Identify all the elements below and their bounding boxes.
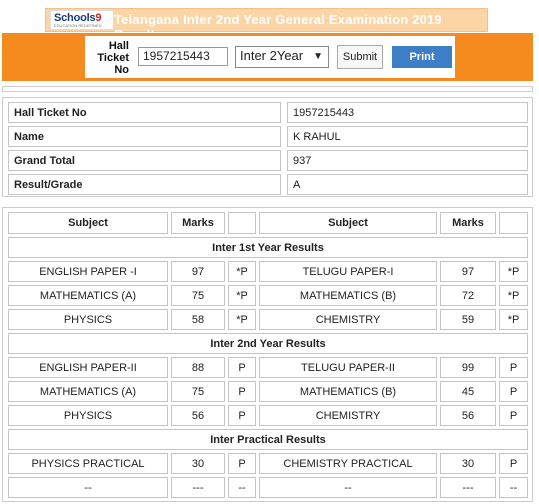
marks-cell: 88 (171, 357, 225, 378)
section-title: Inter 1st Year Results (8, 237, 528, 258)
status-cell: -- (228, 477, 256, 498)
search-form: Hall Ticket No 1957215443 Inter 2Year ▼ … (85, 36, 455, 78)
marks-cell: --- (440, 477, 496, 498)
info-label-hall-ticket: Hall Ticket No (8, 102, 281, 123)
section-title: Inter Practical Results (8, 429, 528, 450)
logo-tagline: EDUCATION REDEFINED (54, 23, 102, 28)
marks-cell: 97 (171, 261, 225, 282)
status-cell: *P (228, 309, 256, 330)
marks-table: Subject Marks Subject Marks Inter 1st Ye… (2, 207, 533, 502)
status-cell: *P (228, 261, 256, 282)
col-header-marks: Marks (171, 212, 225, 234)
col-header-status (228, 212, 256, 234)
hall-ticket-input[interactable]: 1957215443 (138, 47, 228, 66)
col-header-subject: Subject (8, 212, 168, 234)
search-bar: Hall Ticket No 1957215443 Inter 2Year ▼ … (2, 33, 533, 81)
info-value-result: A (287, 174, 528, 195)
student-info-table: Hall Ticket No 1957215443 Name K RAHUL G… (2, 97, 533, 197)
divider (2, 86, 533, 92)
status-cell: *P (499, 285, 528, 306)
col-header-marks: Marks (440, 212, 496, 234)
marks-cell: 99 (440, 357, 496, 378)
status-cell: P (228, 381, 256, 402)
subject-cell: PHYSICS PRACTICAL (8, 453, 168, 474)
marks-cell: 56 (171, 405, 225, 426)
subject-cell: PHYSICS (8, 309, 168, 330)
info-label-result: Result/Grade (8, 174, 281, 195)
status-cell: -- (499, 477, 528, 498)
status-cell: P (228, 405, 256, 426)
status-cell: *P (499, 261, 528, 282)
marks-cell: 59 (440, 309, 496, 330)
subject-cell: MATHEMATICS (B) (259, 381, 437, 402)
subject-cell: PHYSICS (8, 405, 168, 426)
status-cell: P (228, 453, 256, 474)
marks-cell: 75 (171, 381, 225, 402)
year-select-value: Inter 2Year (240, 48, 304, 63)
info-label-name: Name (8, 126, 281, 147)
marks-cell: 45 (440, 381, 496, 402)
marks-cell: 30 (171, 453, 225, 474)
subject-cell: CHEMISTRY PRACTICAL (259, 453, 437, 474)
subject-cell: ENGLISH PAPER -I (8, 261, 168, 282)
hall-ticket-label: Hall Ticket No (97, 40, 129, 76)
subject-cell: -- (259, 477, 437, 498)
status-cell: P (499, 381, 528, 402)
section-title: Inter 2nd Year Results (8, 333, 528, 354)
subject-cell: ENGLISH PAPER-II (8, 357, 168, 378)
subject-cell: MATHEMATICS (A) (8, 285, 168, 306)
subject-cell: CHEMISTRY (259, 309, 437, 330)
header-banner: Schools9 EDUCATION REDEFINED Telangana I… (45, 8, 488, 42)
col-header-status (499, 212, 528, 234)
subject-cell: MATHEMATICS (B) (259, 285, 437, 306)
chevron-down-icon: ▼ (313, 51, 323, 62)
site-logo[interactable]: Schools9 EDUCATION REDEFINED (50, 10, 114, 30)
subject-cell: TELUGU PAPER-I (259, 261, 437, 282)
info-value-name: K RAHUL (287, 126, 528, 147)
subject-cell: TELUGU PAPER-II (259, 357, 437, 378)
marks-cell: --- (171, 477, 225, 498)
submit-button[interactable]: Submit (337, 45, 383, 69)
subject-cell: CHEMISTRY (259, 405, 437, 426)
subject-cell: MATHEMATICS (A) (8, 381, 168, 402)
status-cell: *P (228, 285, 256, 306)
marks-cell: 97 (440, 261, 496, 282)
status-cell: *P (499, 309, 528, 330)
marks-cell: 75 (171, 285, 225, 306)
info-value-hall-ticket: 1957215443 (287, 102, 528, 123)
info-label-grand-total: Grand Total (8, 150, 281, 171)
marks-cell: 56 (440, 405, 496, 426)
status-cell: P (228, 357, 256, 378)
info-value-grand-total: 937 (287, 150, 528, 171)
status-cell: P (499, 357, 528, 378)
status-cell: P (499, 453, 528, 474)
marks-cell: 58 (171, 309, 225, 330)
marks-cell: 72 (440, 285, 496, 306)
col-header-subject: Subject (259, 212, 437, 234)
print-button[interactable]: Print (392, 46, 452, 68)
year-select[interactable]: Inter 2Year ▼ (235, 46, 329, 68)
subject-cell: -- (8, 477, 168, 498)
marks-cell: 30 (440, 453, 496, 474)
status-cell: P (499, 405, 528, 426)
